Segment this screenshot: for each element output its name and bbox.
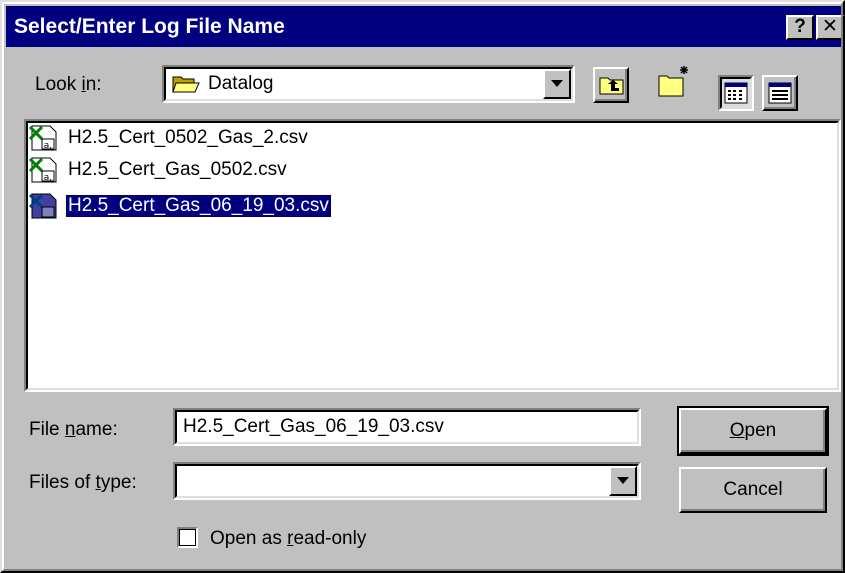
- look-in-label: Look in:: [35, 74, 102, 95]
- up-one-level-button[interactable]: [593, 67, 629, 103]
- list-view-button[interactable]: [718, 75, 754, 111]
- look-in-dropdown-button[interactable]: [543, 69, 571, 99]
- title-bar[interactable]: Select/Enter Log File Name ? ✕: [6, 6, 844, 47]
- create-new-folder-button[interactable]: [656, 64, 692, 100]
- open-button-label: Open: [729, 420, 777, 441]
- cancel-button[interactable]: Cancel: [679, 467, 827, 513]
- dropdown-arrow-icon: [551, 80, 563, 87]
- read-only-checkbox[interactable]: [177, 527, 198, 548]
- create-new-folder-icon: [658, 66, 688, 97]
- up-one-level-icon: [599, 77, 624, 95]
- dialog-title: Select/Enter Log File Name: [14, 15, 285, 38]
- help-button[interactable]: ?: [786, 15, 814, 40]
- svg-text:a,: a,: [44, 141, 52, 151]
- svg-text:a,: a,: [44, 173, 52, 183]
- files-of-type-combobox[interactable]: [173, 462, 641, 500]
- cancel-button-label: Cancel: [723, 479, 783, 500]
- file-name-input[interactable]: H2.5_Cert_Gas_06_19_03.csv: [173, 408, 641, 446]
- files-of-type-label: Files of type:: [29, 472, 137, 493]
- look-in-value: Datalog: [208, 73, 274, 94]
- file-name-value: H2.5_Cert_Gas_06_19_03.csv: [183, 416, 444, 437]
- list-view-icon: [724, 82, 748, 104]
- excel-csv-file-icon: a,: [28, 125, 57, 151]
- file-name-text: H2.5_Cert_0502_Gas_2.csv: [68, 127, 308, 148]
- open-button[interactable]: Open: [677, 406, 829, 456]
- files-of-type-dropdown-button[interactable]: [609, 466, 637, 496]
- excel-csv-file-icon: a,: [28, 157, 57, 183]
- open-file-dialog: Select/Enter Log File Name ? ✕ Look in: …: [0, 0, 845, 573]
- look-in-combobox[interactable]: Datalog: [162, 65, 575, 103]
- close-icon: ✕: [822, 16, 838, 37]
- read-only-label[interactable]: Open as read-only: [210, 528, 366, 550]
- open-folder-icon: [172, 76, 200, 93]
- file-name-label: File name:: [29, 419, 118, 440]
- details-view-icon: [768, 82, 792, 104]
- dropdown-arrow-icon: [617, 477, 629, 484]
- details-view-button[interactable]: [762, 75, 798, 111]
- file-name-text: H2.5_Cert_Gas_0502.csv: [68, 159, 287, 180]
- file-name-text: H2.5_Cert_Gas_06_19_03.csv: [65, 194, 332, 218]
- close-button[interactable]: ✕: [816, 15, 844, 40]
- excel-csv-file-icon: [28, 193, 57, 219]
- help-icon: ?: [794, 16, 806, 37]
- file-list[interactable]: a, H2.5_Cert_0502_Gas_2.csv a, H2.5_Cert…: [24, 119, 841, 392]
